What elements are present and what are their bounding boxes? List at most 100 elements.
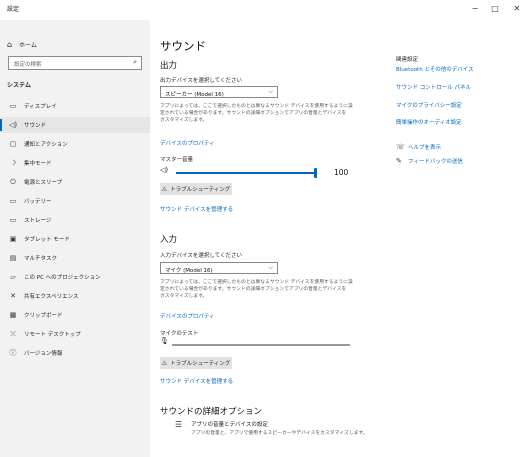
warning-icon: ⚠ — [161, 359, 168, 367]
sidebar-item-label: バッテリー — [24, 199, 52, 205]
storage-icon: ▭ — [9, 216, 17, 224]
input-device-label: 入力デバイスを選択してください — [160, 253, 243, 259]
mic-level-bar — [172, 344, 350, 346]
input-manage-link[interactable]: サウンド デバイスを管理する — [160, 377, 233, 385]
app-volume-settings-link[interactable]: アプリの音量とデバイスの設定 — [191, 420, 268, 428]
page-title: サウンド — [160, 39, 206, 53]
output-heading: 出力 — [160, 61, 178, 71]
home-icon: ⌂ — [7, 39, 13, 49]
main-content: サウンド 出力 出力デバイスを選択してください スピーカー (Model 16)… — [150, 20, 528, 457]
search-input[interactable]: 設定の検索 ⌕ — [8, 56, 142, 70]
feedback-icon: ✎ — [396, 157, 402, 165]
troubleshoot-label: トラブルシューティング — [170, 187, 231, 193]
sidebar-item-label: タブレット モード — [24, 237, 70, 243]
sidebar-item-about[interactable]: ⓘ バージョン情報 — [0, 345, 150, 361]
sidebar-item-label: リモート デスクトップ — [24, 332, 81, 338]
related-link-mic-privacy[interactable]: マイクのプライバシー設定 — [396, 101, 462, 109]
help-icon: ☏ — [396, 143, 405, 151]
input-device-select[interactable]: マイク (Model 16) ⌵ — [160, 262, 278, 274]
input-heading: 入力 — [160, 235, 178, 245]
feedback-link[interactable]: ✎ フィードバックの送信 — [396, 156, 463, 166]
sidebar-item-display[interactable]: ▭ ディスプレイ — [0, 98, 150, 114]
sidebar-item-shared[interactable]: ✕ 共有エクスペリエンス — [0, 288, 150, 304]
help-label: ヘルプを表示 — [408, 145, 442, 151]
help-link[interactable]: ☏ ヘルプを表示 — [396, 142, 441, 152]
output-description-line: 定されている場合があります。サウンドの詳細オプションでアプリの音量とデバイスを — [160, 111, 347, 116]
sidebar-item-label: 集中モード — [24, 161, 52, 167]
input-description-line: カスタマイズします。 — [160, 294, 208, 299]
projection-icon: ▱ — [10, 273, 16, 281]
output-manage-link[interactable]: サウンド デバイスを管理する — [160, 205, 233, 213]
warning-icon: ⚠ — [161, 185, 168, 193]
volume-slider-thumb[interactable] — [314, 168, 317, 178]
tablet-icon: ▣ — [9, 235, 17, 243]
app-volume-settings-desc: アプリの音量と、アプリで使用するスピーカーやデバイスをカスタマイズします。 — [191, 431, 368, 436]
sidebar-section-title: システム — [7, 82, 31, 89]
master-volume-label: マスター音量 — [160, 157, 194, 163]
sidebar-item-label: この PC へのプロジェクション — [24, 275, 101, 281]
battery-icon: ▭ — [9, 197, 17, 205]
troubleshoot-label: トラブルシューティング — [170, 361, 231, 367]
sidebar-item-sound[interactable]: ◁) サウンド — [0, 117, 150, 133]
output-description-line: アプリによっては、ここで選択したものとは異なるサウンド デバイスを使用するように… — [160, 104, 353, 109]
output-device-value: スピーカー (Model 16) — [165, 91, 224, 98]
advanced-heading: サウンドの詳細オプション — [160, 407, 263, 417]
related-link-sound-control-panel[interactable]: サウンド コントロール パネル — [396, 83, 471, 91]
remote-desktop-icon: ⤫ — [10, 329, 16, 338]
related-settings-heading: 関連設定 — [396, 57, 419, 63]
input-properties-link[interactable]: デバイスのプロパティ — [160, 312, 215, 320]
sidebar-item-focus[interactable]: ☽ 集中モード — [0, 155, 150, 171]
related-link-ease-of-access-audio[interactable]: 簡単操作のオーディオ設定 — [396, 118, 462, 126]
sidebar-item-label: サウンド — [24, 123, 47, 129]
sidebar-item-storage[interactable]: ▭ ストレージ — [0, 212, 150, 228]
chevron-down-icon: ⌵ — [268, 264, 273, 271]
info-icon: ⓘ — [9, 349, 17, 357]
input-description-line: アプリによっては、ここで選択したものとは異なるサウンド デバイスを使用するように… — [160, 280, 353, 285]
feedback-label: フィードバックの送信 — [408, 159, 463, 165]
output-device-select[interactable]: スピーカー (Model 16) ⌵ — [160, 86, 278, 98]
sidebar-item-remote[interactable]: ⤫ リモート デスクトップ — [0, 326, 150, 342]
clipboard-icon: ▦ — [9, 311, 17, 319]
output-troubleshoot-button[interactable]: ⚠ トラブルシューティング — [160, 183, 232, 195]
sidebar-item-multitask[interactable]: ▤ マルチタスク — [0, 250, 150, 266]
input-troubleshoot-button[interactable]: ⚠ トラブルシューティング — [160, 357, 232, 369]
close-button[interactable]: ✕ — [506, 2, 528, 16]
sidebar-item-power[interactable]: ⏻ 電源とスリープ — [0, 174, 150, 190]
window-title: 設定 — [7, 6, 20, 13]
moon-icon: ☽ — [9, 159, 17, 167]
multitask-icon: ▤ — [9, 254, 17, 262]
sidebar-item-battery[interactable]: ▭ バッテリー — [0, 193, 150, 209]
sidebar-item-label: 通知とアクション — [24, 142, 68, 148]
power-icon: ⏻ — [10, 177, 16, 186]
shared-icon: ✕ — [10, 292, 16, 300]
title-bar: 設定 − □ ✕ — [0, 0, 528, 20]
input-description-line: 定されている場合があります。サウンドの詳細オプションでアプリの音量とデバイスを — [160, 287, 347, 292]
search-icon: ⌕ — [133, 58, 137, 66]
maximize-button[interactable]: □ — [484, 2, 506, 16]
chevron-down-icon: ⌵ — [268, 88, 273, 95]
sidebar-item-projection[interactable]: ▱ この PC へのプロジェクション — [0, 269, 150, 285]
sidebar-home[interactable]: ⌂ ホーム — [7, 38, 37, 50]
mic-test-label: マイクのテスト — [160, 331, 199, 337]
sidebar-item-label: 電源とスリープ — [24, 180, 63, 186]
notification-icon: ▢ — [9, 140, 17, 148]
sidebar: ⌂ ホーム 設定の検索 ⌕ システム ▭ ディスプレイ ◁) サウンド ▢ 通知… — [0, 20, 150, 457]
sidebar-item-label: 共有エクスペリエンス — [24, 294, 79, 300]
sidebar-item-label: マルチタスク — [24, 256, 58, 262]
volume-slider[interactable] — [176, 168, 317, 178]
monitor-icon: ▭ — [9, 102, 17, 110]
home-label: ホーム — [19, 41, 37, 49]
minimize-button[interactable]: − — [464, 2, 486, 16]
output-device-label: 出力デバイスを選択してください — [160, 78, 243, 84]
related-link-bluetooth[interactable]: Bluetooth とその他のデバイス — [396, 65, 474, 73]
sidebar-item-label: バージョン情報 — [24, 351, 63, 357]
sidebar-item-tablet[interactable]: ▣ タブレット モード — [0, 231, 150, 247]
input-device-value: マイク (Model 16) — [165, 267, 213, 274]
app-volume-icon: ☰ — [175, 420, 183, 429]
volume-slider-fill — [176, 172, 316, 174]
output-properties-link[interactable]: デバイスのプロパティ — [160, 139, 215, 147]
speaker-icon: ◁) — [160, 166, 169, 174]
sidebar-item-notifications[interactable]: ▢ 通知とアクション — [0, 136, 150, 152]
volume-value: 100 — [334, 168, 349, 177]
sidebar-item-clipboard[interactable]: ▦ クリップボード — [0, 307, 150, 323]
